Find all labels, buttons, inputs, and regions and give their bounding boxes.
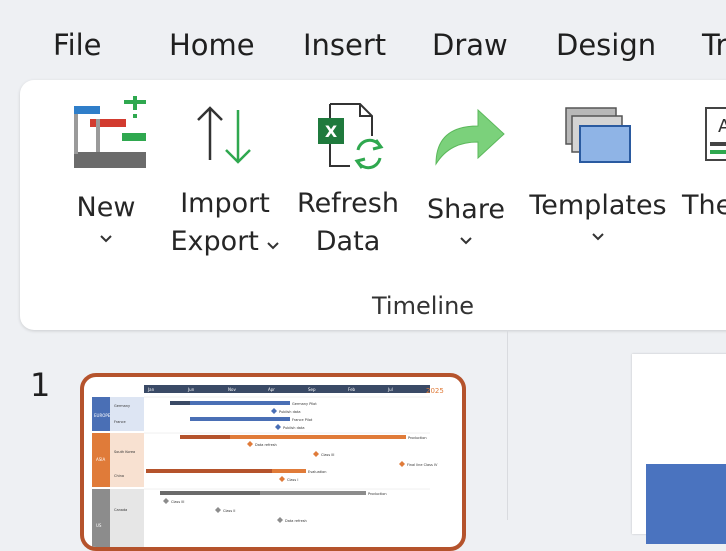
tab-insert[interactable]: Insert [303,28,386,62]
thumb-group-label: EUROPE [94,413,111,418]
templates-button[interactable]: Templates [528,104,668,245]
thumb-row-label: South Korea [114,450,135,454]
thumb-task-label: Production [368,492,387,496]
new-button-label: New [76,192,136,223]
tab-draw[interactable]: Draw [432,28,508,62]
thumb-row-label: China [114,474,124,478]
export-label: Export [170,226,259,257]
thumb-row-label: Canada [114,508,127,512]
share-button[interactable]: Share [418,104,514,249]
slide-thumbnail[interactable]: 2025 Jan Jun Nov Apr Sep Feb Jul EUROPE … [80,373,466,551]
tab-design[interactable]: Design [556,28,656,62]
thumb-task-label: Germany Pilot [292,402,317,406]
tab-home[interactable]: Home [169,28,255,62]
thumb-month: Jun [187,387,195,392]
excel-refresh-icon: X [318,103,384,170]
import-label: Import [180,188,270,219]
thumb-task-label: Publish data [283,426,304,430]
thumb-year: 2025 [426,387,444,395]
slide-number: 1 [30,366,51,404]
thumb-row-label: Germany [114,404,130,408]
thumb-group-label: US [96,523,102,528]
tab-transitions[interactable]: Tr [702,28,726,62]
import-export-icon [197,106,251,164]
chevron-down-icon [592,233,604,241]
thumb-task-label: Final line Class IV [407,463,438,467]
themes-button[interactable]: A The [682,104,726,226]
export-label-row: Export [162,222,288,262]
thumb-task-label: Class I [287,478,298,482]
themes-label: The [682,190,726,221]
slide-canvas[interactable] [632,354,726,544]
menu-tabs: File Home Insert Draw Design Tr [0,0,726,86]
refresh-label: Refresh [297,188,399,219]
thumb-month: Sep [308,387,316,392]
chevron-down-icon [460,237,472,245]
thumb-task-label: France Pilot [292,418,313,422]
thumb-month: Jan [147,387,155,392]
templates-icon [565,107,631,163]
thumb-row-label: France [114,420,126,424]
share-arrow-icon [435,108,505,166]
themes-icon: A [705,107,726,161]
chevron-down-icon [267,242,280,250]
thumb-task-label: Publish data [279,410,300,414]
panel-divider [507,330,508,520]
ribbon-group-label: Timeline [372,292,475,320]
refresh-data-button[interactable]: X Refresh Data [296,100,400,262]
timeline-thumbnail-graphic: 2025 Jan Jun Nov Apr Sep Feb Jul EUROPE … [92,385,444,547]
data-label: Data [315,226,381,257]
thumb-month: Apr [268,387,275,392]
new-button[interactable]: New [60,96,152,247]
slide-canvas-shape [646,464,726,544]
chevron-down-icon [100,235,112,243]
share-label: Share [427,194,505,225]
tab-file[interactable]: File [53,28,102,62]
thumb-group-label: ASIA [96,457,105,462]
thumb-task-label: Data refresh [255,443,277,447]
import-export-button[interactable]: Import Export [162,100,288,262]
thumb-task-label: Class III [321,453,334,457]
new-timeline-icon [74,96,146,168]
thumb-month: Feb [348,387,356,392]
svg-text:A: A [718,116,726,137]
thumb-month: Nov [228,387,236,392]
thumb-task-label: Evaluation [308,470,326,474]
thumb-task-label: Class III [171,500,184,504]
thumb-task-label: Production [408,436,427,440]
thumb-month: Jul [387,387,393,392]
svg-text:X: X [325,122,338,141]
thumb-task-label: Class II [223,509,235,513]
templates-label: Templates [529,190,667,221]
